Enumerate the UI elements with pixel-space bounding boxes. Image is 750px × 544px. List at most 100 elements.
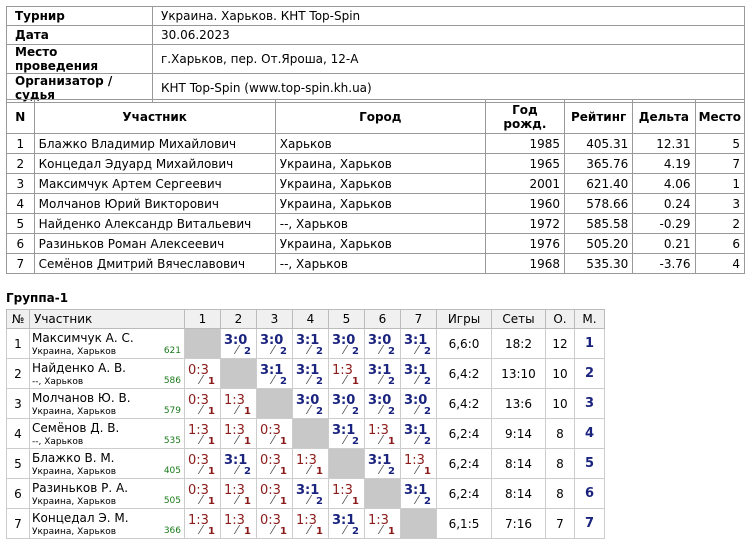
info-label: Турнир <box>6 6 153 26</box>
match-score: 1:3 <box>296 453 317 468</box>
match-points: 1 <box>244 526 251 537</box>
match-points: 1 <box>208 406 215 417</box>
participants-cell: 7 <box>6 253 35 274</box>
player-name: Максимчук А. С. <box>32 331 134 345</box>
games-cell: 6,4:2 <box>436 358 492 389</box>
match-result-cell: 3:1 ⁄ 2 <box>364 448 401 479</box>
match-result-cell: 3:0 ⁄ 2 <box>364 388 401 419</box>
match-result-cell: 1:3 ⁄ 1 <box>220 388 257 419</box>
participants-cell: 1960 <box>484 193 566 214</box>
self-match-cell <box>256 388 293 419</box>
row-number: 3 <box>6 388 30 419</box>
player-city: Украина, Харьков <box>32 527 117 537</box>
table-row: 7 Семёнов Дмитрий Вячеславович --, Харьков… <box>6 253 746 274</box>
slash-icon: ⁄ <box>344 493 347 507</box>
match-points: 2 <box>244 466 251 477</box>
table-row: 2 Концедал Эдуард Михайлович Украина, Харь… <box>6 153 746 174</box>
row-number: 1 <box>6 328 30 359</box>
match-points: 1 <box>388 436 395 447</box>
points-total-cell: 10 <box>545 388 575 419</box>
player-cell: Разиньков Р. А. Украина, Харьков 505 <box>29 478 185 509</box>
slash-icon: ⁄ <box>344 403 347 417</box>
match-result-cell: 1:3 ⁄ 1 <box>292 508 329 539</box>
player-cell: Семёнов Д. В. --, Харьков 535 <box>29 418 185 449</box>
points-total-cell: 12 <box>545 328 575 359</box>
match-result-cell: 3:0 ⁄ 2 <box>328 388 365 419</box>
table-row: 1 Блажко Владимир Михайлович Харьков 1985 40… <box>6 133 746 154</box>
group-header: Игры <box>436 309 492 329</box>
match-points: 2 <box>244 346 251 357</box>
slash-icon: ⁄ <box>200 403 203 417</box>
participants-cell: 12.31 <box>632 133 696 154</box>
slash-icon: ⁄ <box>380 343 383 357</box>
match-points: 2 <box>316 406 323 417</box>
match-points: 2 <box>424 346 431 357</box>
self-match-cell <box>400 508 437 539</box>
sets-cell: 8:14 <box>491 478 546 509</box>
participants-cell: 0.21 <box>632 233 696 254</box>
participants-cell: Украина, Харьков <box>274 173 486 194</box>
match-result-cell: 1:3 ⁄ 1 <box>220 418 257 449</box>
match-result-cell: 3:0 ⁄ 2 <box>256 328 293 359</box>
player-cell: Молчанов Ю. В. Украина, Харьков 579 <box>29 388 185 419</box>
slash-icon: ⁄ <box>344 343 347 357</box>
match-result-cell: 1:3 ⁄ 1 <box>400 448 437 479</box>
match-result-cell: 0:3 ⁄ 1 <box>256 448 293 479</box>
table-row: 1 Максимчук А. С. Украина, Харьков 621 3:0 ⁄ 2… <box>6 328 605 359</box>
participants-cell: Блажко Владимир Михайлович <box>33 133 276 154</box>
games-cell: 6,4:2 <box>436 388 492 419</box>
match-points: 2 <box>352 526 359 537</box>
group-title: Группа-1 <box>6 291 69 305</box>
slash-icon: ⁄ <box>308 493 311 507</box>
participants-cell: 4.19 <box>632 153 696 174</box>
match-points: 1 <box>280 436 287 447</box>
row-number: 2 <box>6 358 30 389</box>
player-city: --, Харьков <box>32 437 84 447</box>
match-result-cell: 3:1 ⁄ 2 <box>328 508 365 539</box>
group-crosstable: № Участник 1 2 3 4 5 6 7 Игры Сеты О. М. 1 Максимчук … <box>6 309 605 539</box>
info-value: г.Харьков, пер. От.Яроша, 12-А <box>152 44 745 74</box>
participants-cell: 2 <box>694 213 746 234</box>
player-cell: Максимчук А. С. Украина, Харьков 621 <box>29 328 185 359</box>
slash-icon: ⁄ <box>380 523 383 537</box>
group-header: 3 <box>256 309 293 329</box>
group-header: Участник <box>29 309 185 329</box>
match-score: 1:3 <box>332 483 353 498</box>
match-score: 0:3 <box>188 453 209 468</box>
slash-icon: ⁄ <box>272 343 275 357</box>
participants-cell: 5 <box>6 213 35 234</box>
slash-icon: ⁄ <box>380 463 383 477</box>
match-result-cell: 0:3 ⁄ 1 <box>256 418 293 449</box>
match-points: 1 <box>208 466 215 477</box>
slash-icon: ⁄ <box>416 403 419 417</box>
match-result-cell: 1:3 ⁄ 1 <box>184 508 221 539</box>
match-points: 2 <box>424 496 431 507</box>
slash-icon: ⁄ <box>308 373 311 387</box>
participants-table: N Участник Город Год рожд. Рейтинг Дельта Мест… <box>6 99 746 274</box>
slash-icon: ⁄ <box>200 523 203 537</box>
match-result-cell: 3:1 ⁄ 2 <box>400 358 437 389</box>
match-points: 2 <box>316 346 323 357</box>
group-header: О. <box>545 309 575 329</box>
match-result-cell: 3:0 ⁄ 2 <box>364 328 401 359</box>
participants-cell: Найденко Александр Витальевич <box>33 213 276 234</box>
match-result-cell: 3:1 ⁄ 2 <box>400 418 437 449</box>
self-match-cell <box>220 358 257 389</box>
match-score: 1:3 <box>404 453 425 468</box>
slash-icon: ⁄ <box>236 493 239 507</box>
match-points: 1 <box>280 526 287 537</box>
player-name: Семёнов Д. В. <box>32 421 120 435</box>
group-header: 5 <box>328 309 365 329</box>
match-points: 2 <box>424 376 431 387</box>
match-result-cell: 3:1 ⁄ 2 <box>292 478 329 509</box>
match-score: 0:3 <box>260 453 281 468</box>
participants-cell: 405.31 <box>564 133 634 154</box>
place-cell: 2 <box>574 358 605 389</box>
match-result-cell: 1:3 ⁄ 1 <box>184 418 221 449</box>
row-number: 6 <box>6 478 30 509</box>
info-row: Дата 30.06.2023 <box>6 25 745 45</box>
match-points: 1 <box>352 496 359 507</box>
group-header: 4 <box>292 309 329 329</box>
match-result-cell: 0:3 ⁄ 1 <box>256 478 293 509</box>
match-result-cell: 0:3 ⁄ 1 <box>184 478 221 509</box>
